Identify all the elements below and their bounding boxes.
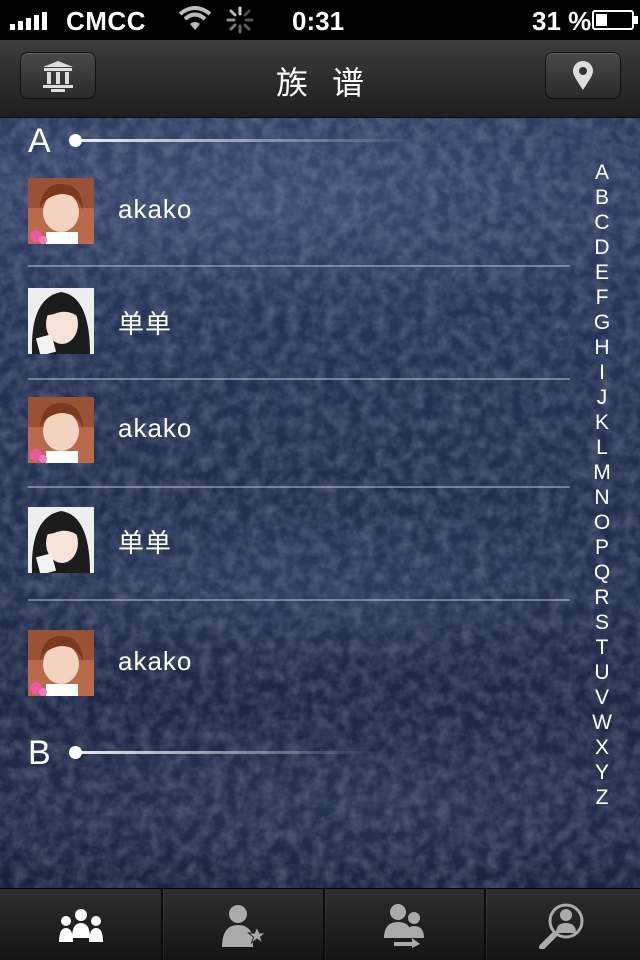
avatar	[28, 630, 94, 696]
tab-family[interactable]	[0, 889, 161, 960]
section-line	[76, 751, 376, 754]
section-header-b: B	[28, 734, 548, 774]
index-letter[interactable]: X	[588, 735, 616, 760]
family-group-icon	[58, 909, 103, 942]
row-divider	[28, 265, 570, 267]
index-letter[interactable]: B	[588, 185, 616, 210]
index-letter[interactable]: S	[588, 610, 616, 635]
index-letter[interactable]: L	[588, 435, 616, 460]
row-divider	[28, 486, 570, 488]
nav-bar: 族谱	[0, 40, 640, 118]
tab-transfer[interactable]	[323, 889, 484, 960]
section-letter: A	[28, 122, 51, 160]
index-letter[interactable]: Z	[588, 785, 616, 810]
section-dot	[69, 746, 82, 759]
index-letter[interactable]: O	[588, 510, 616, 535]
index-letter[interactable]: N	[588, 485, 616, 510]
location-button[interactable]	[545, 52, 621, 99]
favorite-person-icon	[222, 905, 266, 947]
contact-name: akako	[118, 646, 193, 676]
loading-spinner-icon	[226, 6, 254, 34]
person-search-icon	[539, 903, 584, 949]
index-letter[interactable]: Q	[588, 560, 616, 585]
alphabet-index[interactable]: ABCDEFGHIJKLMNOPQRSTUVWXYZ	[588, 160, 616, 810]
contact-row[interactable]: 单单	[28, 507, 570, 587]
wifi-icon	[178, 6, 212, 30]
row-divider	[28, 378, 570, 380]
index-letter[interactable]: F	[588, 285, 616, 310]
index-letter[interactable]: K	[588, 410, 616, 435]
index-letter[interactable]: U	[588, 660, 616, 685]
index-letter[interactable]: Y	[588, 760, 616, 785]
index-letter[interactable]: E	[588, 260, 616, 285]
tab-favorites[interactable]	[161, 889, 323, 960]
section-line	[76, 139, 416, 142]
contact-name: 单单	[118, 309, 173, 339]
avatar	[28, 397, 94, 463]
tab-bar	[0, 888, 640, 960]
avatar	[28, 288, 94, 354]
index-letter[interactable]: H	[588, 335, 616, 360]
index-letter[interactable]: D	[588, 235, 616, 260]
index-letter[interactable]: T	[588, 635, 616, 660]
status-bar: CMCC 0:31 31 %	[0, 0, 640, 40]
section-letter: B	[28, 734, 51, 772]
section-dot	[69, 134, 82, 147]
contact-row[interactable]: akako	[28, 630, 570, 710]
index-letter[interactable]: M	[588, 460, 616, 485]
contact-row[interactable]: 单单	[28, 288, 570, 368]
index-letter[interactable]: C	[588, 210, 616, 235]
index-letter[interactable]: P	[588, 535, 616, 560]
contact-row[interactable]: akako	[28, 178, 570, 258]
row-divider	[28, 599, 570, 601]
index-letter[interactable]: V	[588, 685, 616, 710]
contact-name: akako	[118, 194, 193, 224]
page-title: 族谱	[275, 64, 388, 102]
signal-icon	[10, 12, 47, 30]
battery-level-fill	[596, 14, 607, 26]
index-letter[interactable]: W	[588, 710, 616, 735]
section-header-a: A	[28, 122, 548, 162]
index-letter[interactable]: J	[588, 385, 616, 410]
avatar	[28, 178, 94, 244]
battery-icon	[592, 10, 638, 30]
index-letter[interactable]: I	[588, 360, 616, 385]
clock: 0:31	[292, 6, 345, 36]
tab-search[interactable]	[484, 889, 640, 960]
index-letter[interactable]: R	[588, 585, 616, 610]
contact-list[interactable]: A akako 单单 akako 单单 akako B A B C D E F …	[0, 118, 640, 888]
index-letter[interactable]: A	[588, 160, 616, 185]
battery-percent: 31 %	[532, 6, 592, 36]
contact-name: 单单	[118, 528, 173, 558]
index-letter[interactable]: G	[588, 310, 616, 335]
contact-name: akako	[118, 413, 193, 443]
location-pin-icon	[573, 60, 593, 90]
avatar	[28, 507, 94, 573]
carrier-label: CMCC	[66, 6, 146, 36]
person-transfer-icon	[383, 904, 424, 948]
contact-row[interactable]: akako	[28, 397, 570, 477]
